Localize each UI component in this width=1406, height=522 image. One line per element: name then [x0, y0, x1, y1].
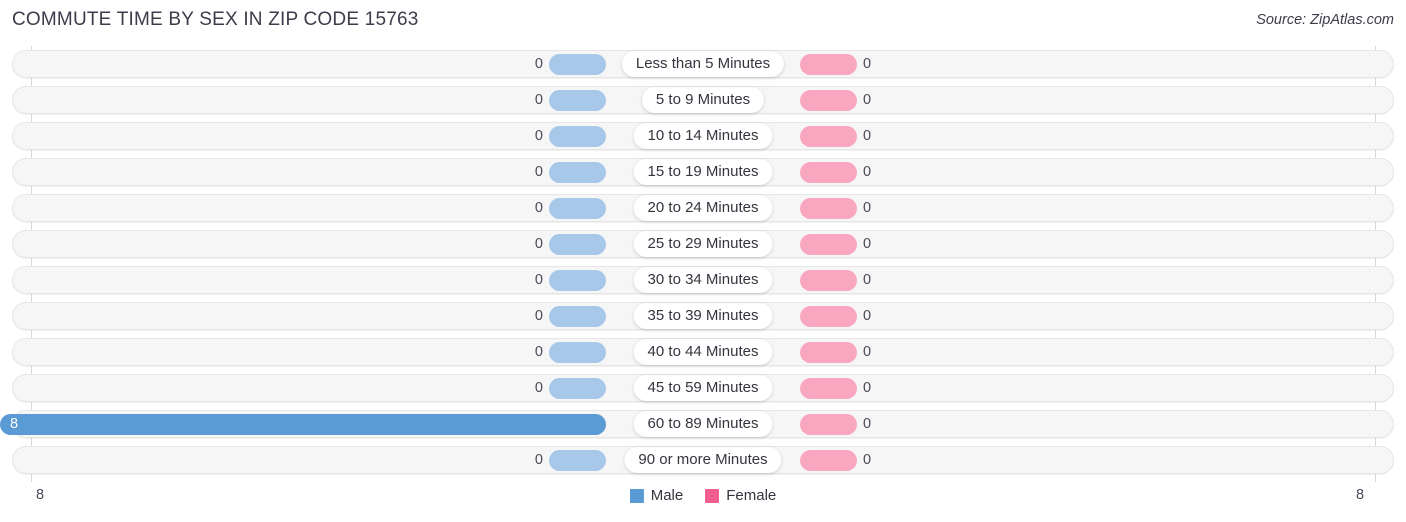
female-bar [800, 342, 857, 363]
male-bar [549, 378, 606, 399]
chart-plot-area: 0 0 Less than 5 Minutes 0 0 5 to 9 Minutes 0 0 1… [0, 40, 1406, 482]
male-value-label: 0 [534, 272, 543, 288]
female-value-label: 0 [863, 236, 872, 252]
page-title: COMMUTE TIME BY SEX IN ZIP CODE 15763 [12, 9, 419, 30]
category-label: 10 to 14 Minutes [633, 123, 773, 149]
male-value-label: 8 [10, 416, 19, 432]
bar-row: 0 0 35 to 39 Minutes [0, 302, 1406, 330]
female-value-label: 0 [863, 452, 872, 468]
male-value-label: 0 [534, 452, 543, 468]
female-bar [800, 270, 857, 291]
bar-row: 0 0 30 to 34 Minutes [0, 266, 1406, 294]
female-value-label: 0 [863, 128, 872, 144]
female-bar [800, 450, 857, 471]
male-value-label: 0 [534, 164, 543, 180]
female-bar [800, 414, 857, 435]
bar-row: 0 0 10 to 14 Minutes [0, 122, 1406, 150]
legend-item[interactable]: Male [629, 487, 684, 504]
female-value-label: 0 [863, 92, 872, 108]
female-value-label: 0 [863, 308, 872, 324]
female-bar [800, 126, 857, 147]
female-value-label: 0 [863, 164, 872, 180]
category-label: 5 to 9 Minutes [641, 87, 765, 113]
male-bar [549, 450, 606, 471]
bar-row: 0 0 15 to 19 Minutes [0, 158, 1406, 186]
bar-row: 0 0 45 to 59 Minutes [0, 374, 1406, 402]
male-bar [549, 342, 606, 363]
male-bar [549, 270, 606, 291]
male-value-label: 0 [534, 236, 543, 252]
chart-legend: Male Female [0, 487, 1406, 504]
female-value-label: 0 [863, 200, 872, 216]
female-value-label: 0 [863, 344, 872, 360]
category-label: Less than 5 Minutes [621, 51, 785, 77]
source-attribution: Source: ZipAtlas.com [1256, 12, 1394, 28]
female-value-label: 0 [863, 380, 872, 396]
male-bar [549, 90, 606, 111]
category-label: 40 to 44 Minutes [633, 339, 773, 365]
male-bar [549, 234, 606, 255]
male-value-label: 0 [534, 56, 543, 72]
male-value-label: 0 [534, 380, 543, 396]
male-bar [549, 126, 606, 147]
female-value-label: 0 [863, 416, 872, 432]
chart-footer: 8 8 Male Female [0, 484, 1406, 512]
category-label: 45 to 59 Minutes [633, 375, 773, 401]
male-value-label: 0 [534, 308, 543, 324]
male-bar [549, 198, 606, 219]
female-swatch-icon [705, 488, 720, 503]
category-label: 30 to 34 Minutes [633, 267, 773, 293]
bar-row: 0 0 Less than 5 Minutes [0, 50, 1406, 78]
male-value-label: 0 [534, 200, 543, 216]
female-bar [800, 306, 857, 327]
category-label: 15 to 19 Minutes [633, 159, 773, 185]
male-bar [549, 306, 606, 327]
male-value-label: 0 [534, 92, 543, 108]
legend-item-label: Male [650, 487, 684, 504]
bar-row: 8 0 60 to 89 Minutes [0, 410, 1406, 438]
female-value-label: 0 [863, 56, 872, 72]
category-label: 90 or more Minutes [624, 447, 782, 473]
chart-header: COMMUTE TIME BY SEX IN ZIP CODE 15763 So… [0, 0, 1406, 40]
female-bar [800, 54, 857, 75]
female-bar [800, 234, 857, 255]
bar-row-list: 0 0 Less than 5 Minutes 0 0 5 to 9 Minutes 0 0 1… [0, 50, 1406, 482]
female-bar [800, 90, 857, 111]
male-swatch-icon [629, 488, 644, 503]
category-label: 20 to 24 Minutes [633, 195, 773, 221]
female-bar [800, 162, 857, 183]
female-bar [800, 198, 857, 219]
bar-row: 0 0 90 or more Minutes [0, 446, 1406, 474]
male-bar [549, 54, 606, 75]
female-value-label: 0 [863, 272, 872, 288]
male-bar [549, 162, 606, 183]
legend-item-label: Female [726, 487, 777, 504]
legend-item[interactable]: Female [705, 487, 776, 504]
male-bar [0, 414, 606, 435]
male-value-label: 0 [534, 344, 543, 360]
female-bar [800, 378, 857, 399]
bar-row: 0 0 25 to 29 Minutes [0, 230, 1406, 258]
category-label: 25 to 29 Minutes [633, 231, 773, 257]
category-label: 60 to 89 Minutes [633, 411, 773, 437]
category-label: 35 to 39 Minutes [633, 303, 773, 329]
bar-row: 0 0 40 to 44 Minutes [0, 338, 1406, 366]
bar-row: 0 0 20 to 24 Minutes [0, 194, 1406, 222]
bar-row: 0 0 5 to 9 Minutes [0, 86, 1406, 114]
male-value-label: 0 [534, 128, 543, 144]
